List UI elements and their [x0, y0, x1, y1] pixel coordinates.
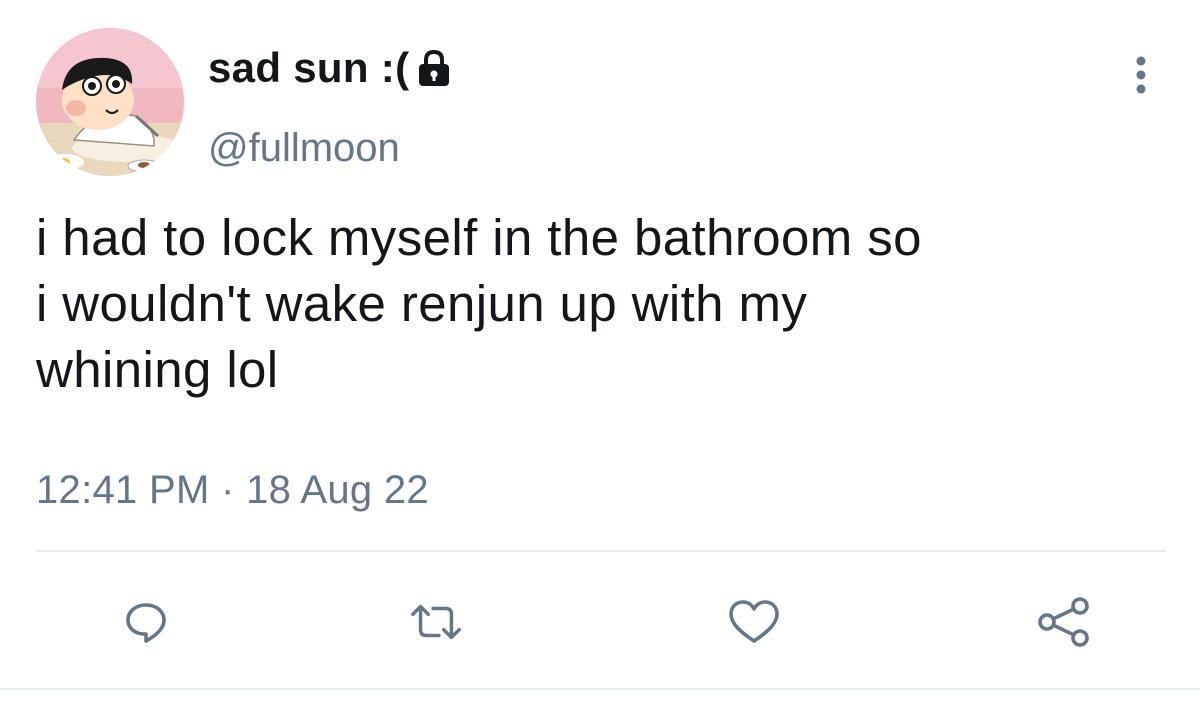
tweet-timestamp[interactable]: 12:41 PM · 18 Aug 22: [36, 468, 429, 513]
like-button[interactable]: [726, 594, 782, 650]
user-handle[interactable]: @fullmoon: [208, 126, 453, 171]
display-name[interactable]: sad sun :(: [208, 44, 409, 92]
like-icon: [729, 600, 779, 643]
tweet-time: 12:41 PM: [36, 468, 210, 512]
reply-icon: [126, 603, 166, 643]
action-bar: [0, 594, 1200, 650]
tweet-card: sad sun :( @fullmoon i had to lock mysel…: [0, 0, 1200, 710]
reply-button[interactable]: [118, 594, 174, 650]
display-name-row: sad sun :(: [208, 42, 453, 94]
tweet-text: i had to lock myself in the bathroom so …: [36, 209, 922, 398]
avatar[interactable]: [36, 28, 184, 176]
retweet-icon: [411, 604, 461, 640]
retweet-button[interactable]: [408, 594, 464, 650]
tweet-date: 18 Aug 22: [246, 468, 429, 512]
share-icon: [1038, 597, 1089, 647]
divider: [0, 688, 1200, 690]
divider: [36, 550, 1166, 552]
more-options-icon[interactable]: [1134, 56, 1148, 94]
lock-icon: [419, 49, 450, 86]
user-names: sad sun :( @fullmoon: [208, 28, 453, 171]
tweet-header: sad sun :( @fullmoon: [36, 28, 453, 176]
avatar-image: [36, 28, 184, 176]
share-button[interactable]: [1036, 594, 1092, 650]
timestamp-separator: ·: [221, 468, 235, 512]
